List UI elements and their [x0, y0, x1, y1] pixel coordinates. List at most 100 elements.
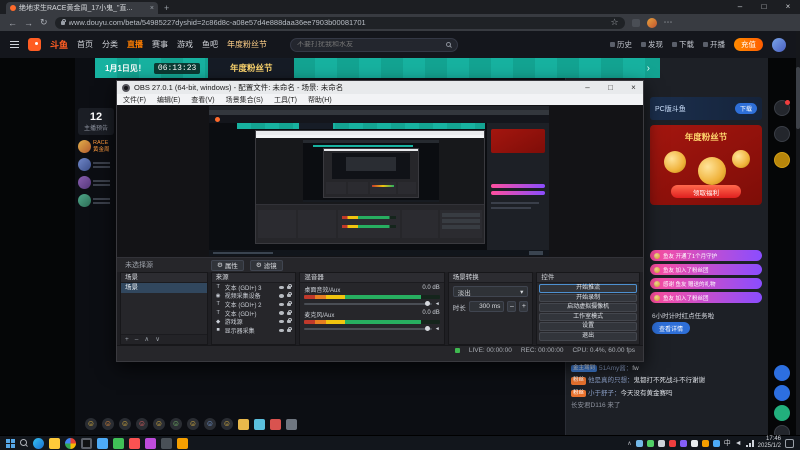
url-input[interactable]: [68, 18, 607, 27]
remove-scene-icon[interactable]: –: [135, 335, 139, 345]
sources-dock-title[interactable]: 来源: [211, 273, 296, 283]
back-icon[interactable]: ←: [8, 18, 17, 28]
obs-menu-edit[interactable]: 编辑(E): [157, 95, 180, 105]
chat-username[interactable]: 他是真的只想：: [588, 377, 634, 384]
speaker-icon[interactable]: ◄: [435, 301, 440, 307]
speaker-icon[interactable]: ◄: [435, 326, 440, 332]
start-streaming-button[interactable]: 开始推流: [539, 284, 637, 293]
notice-detail-button[interactable]: 查看详情: [652, 322, 691, 334]
chat-username[interactable]: 小于舒子：: [588, 390, 621, 397]
scenes-dock-title[interactable]: 场景: [121, 273, 207, 283]
obs-menu-file[interactable]: 文件(F): [123, 95, 146, 105]
lock-icon[interactable]: [287, 283, 293, 289]
tray-icon[interactable]: [635, 439, 643, 447]
window-close-button[interactable]: ×: [776, 0, 800, 14]
lock-icon[interactable]: [287, 292, 293, 298]
douyu-logo-text[interactable]: 斗鱼: [50, 38, 68, 51]
tab-close-icon[interactable]: ×: [150, 5, 154, 12]
wechat-floater-icon[interactable]: [774, 405, 790, 421]
emoji-icon[interactable]: ☺: [221, 418, 233, 430]
music-app-icon[interactable]: [177, 437, 188, 449]
transitions-dock-title[interactable]: 场景转换: [448, 273, 533, 283]
properties-button[interactable]: ⚙ 属性: [211, 259, 244, 271]
visibility-eye-icon[interactable]: [279, 319, 285, 324]
user-avatar[interactable]: [772, 37, 786, 52]
refresh-icon[interactable]: ↻: [40, 17, 48, 28]
duration-increase-button[interactable]: +: [519, 301, 529, 312]
wechat-icon[interactable]: [113, 437, 124, 449]
browser-tab[interactable]: 绝地求生RACE黄金周_17小鬼_"直... ×: [6, 2, 158, 14]
mixer-dock-title[interactable]: 混音器: [300, 273, 444, 283]
site-search-box[interactable]: [290, 37, 459, 52]
obs-taskbar-icon[interactable]: [81, 437, 92, 449]
gift-tool-icon[interactable]: [238, 418, 249, 430]
nav-categories[interactable]: 分类: [102, 39, 118, 50]
add-scene-icon[interactable]: +: [125, 335, 129, 345]
lock-icon[interactable]: [287, 318, 293, 324]
recharge-button[interactable]: 充值: [734, 38, 763, 51]
more-tool-icon[interactable]: [286, 418, 297, 430]
emoji-icon[interactable]: ☺: [119, 418, 131, 430]
media-app-icon[interactable]: [129, 437, 140, 449]
volume-slider[interactable]: [304, 326, 432, 331]
obs-menu-help[interactable]: 帮助(H): [308, 95, 332, 105]
treasure-floater-icon[interactable]: [774, 152, 790, 168]
forward-icon[interactable]: →: [24, 18, 33, 28]
tray-icon[interactable]: [668, 439, 676, 447]
input-language-indicator[interactable]: 中: [724, 438, 731, 448]
bookmark-star-icon[interactable]: ☆: [610, 17, 618, 28]
emoji-icon[interactable]: ☺: [170, 418, 182, 430]
nav-live[interactable]: 直播: [127, 39, 143, 50]
slider-handle[interactable]: [424, 326, 430, 331]
redpacket-tool-icon[interactable]: [270, 418, 281, 430]
source-row[interactable]: T 文本 (GDI+) 2: [212, 300, 296, 309]
source-row[interactable]: ◉ 视频采集设备: [212, 292, 296, 300]
store-app-icon[interactable]: [145, 437, 156, 449]
new-tab-button[interactable]: +: [164, 2, 169, 14]
header-history[interactable]: 历史: [610, 39, 632, 50]
service-floater-icon[interactable]: [774, 100, 790, 116]
tray-icon[interactable]: [701, 439, 709, 447]
rail-stream-item[interactable]: [78, 194, 114, 207]
festival-promo-card[interactable]: 年度粉丝节 领取福利: [650, 125, 762, 205]
visibility-eye-icon[interactable]: [279, 285, 285, 290]
duration-spinner[interactable]: 300 ms: [468, 301, 505, 312]
sticker-tool-icon[interactable]: [254, 418, 265, 430]
obs-canvas[interactable]: [209, 106, 549, 256]
taskbar-clock[interactable]: 17:46 2025/1/2: [758, 436, 781, 449]
claim-reward-button[interactable]: 领取福利: [671, 185, 741, 198]
extension-icon[interactable]: [631, 18, 640, 27]
browser-menu-icon[interactable]: ⋯: [664, 17, 673, 28]
tray-icon[interactable]: [712, 439, 720, 447]
studio-mode-button[interactable]: 工作室模式: [539, 312, 637, 322]
source-row[interactable]: T 文本 (GDI+) 3: [212, 283, 296, 292]
obs-menu-tools[interactable]: 工具(T): [274, 95, 297, 105]
browser-profile-avatar[interactable]: [646, 17, 657, 28]
qq-floater-icon[interactable]: [774, 385, 790, 401]
file-explorer-icon[interactable]: [49, 437, 60, 449]
start-button-icon[interactable]: [6, 438, 15, 448]
event-countdown-banner[interactable]: 1月1日见！ 06:13:23 年度粉丝节 ›: [95, 58, 660, 78]
url-field[interactable]: ☆: [54, 16, 625, 29]
hamburger-menu-icon[interactable]: [10, 41, 19, 48]
emoji-icon[interactable]: ☺: [102, 418, 114, 430]
emoji-icon[interactable]: ☺: [187, 418, 199, 430]
game-app-icon[interactable]: [161, 437, 172, 449]
start-recording-button[interactable]: 开始录制: [539, 293, 637, 303]
lock-icon[interactable]: [287, 300, 293, 306]
tray-icon[interactable]: [690, 439, 698, 447]
lock-icon[interactable]: [287, 326, 293, 332]
header-broadcast[interactable]: 开播: [703, 39, 725, 50]
obs-maximize-button[interactable]: □: [601, 83, 620, 92]
emoji-icon[interactable]: ☺: [153, 418, 165, 430]
tray-icon[interactable]: [646, 439, 654, 447]
rail-stream-item[interactable]: [78, 158, 114, 171]
rail-stream-item[interactable]: RACE黄金周: [78, 140, 114, 153]
visibility-eye-icon[interactable]: [279, 328, 285, 333]
source-row[interactable]: T 文本 (GDI+): [212, 309, 296, 318]
taskbar-search-icon[interactable]: [20, 439, 28, 447]
nav-yuba[interactable]: 鱼吧: [202, 39, 218, 50]
tray-expand-icon[interactable]: ∧: [627, 440, 631, 447]
source-row[interactable]: ◆ 游戏源: [212, 317, 296, 326]
duration-decrease-button[interactable]: –: [507, 301, 517, 312]
